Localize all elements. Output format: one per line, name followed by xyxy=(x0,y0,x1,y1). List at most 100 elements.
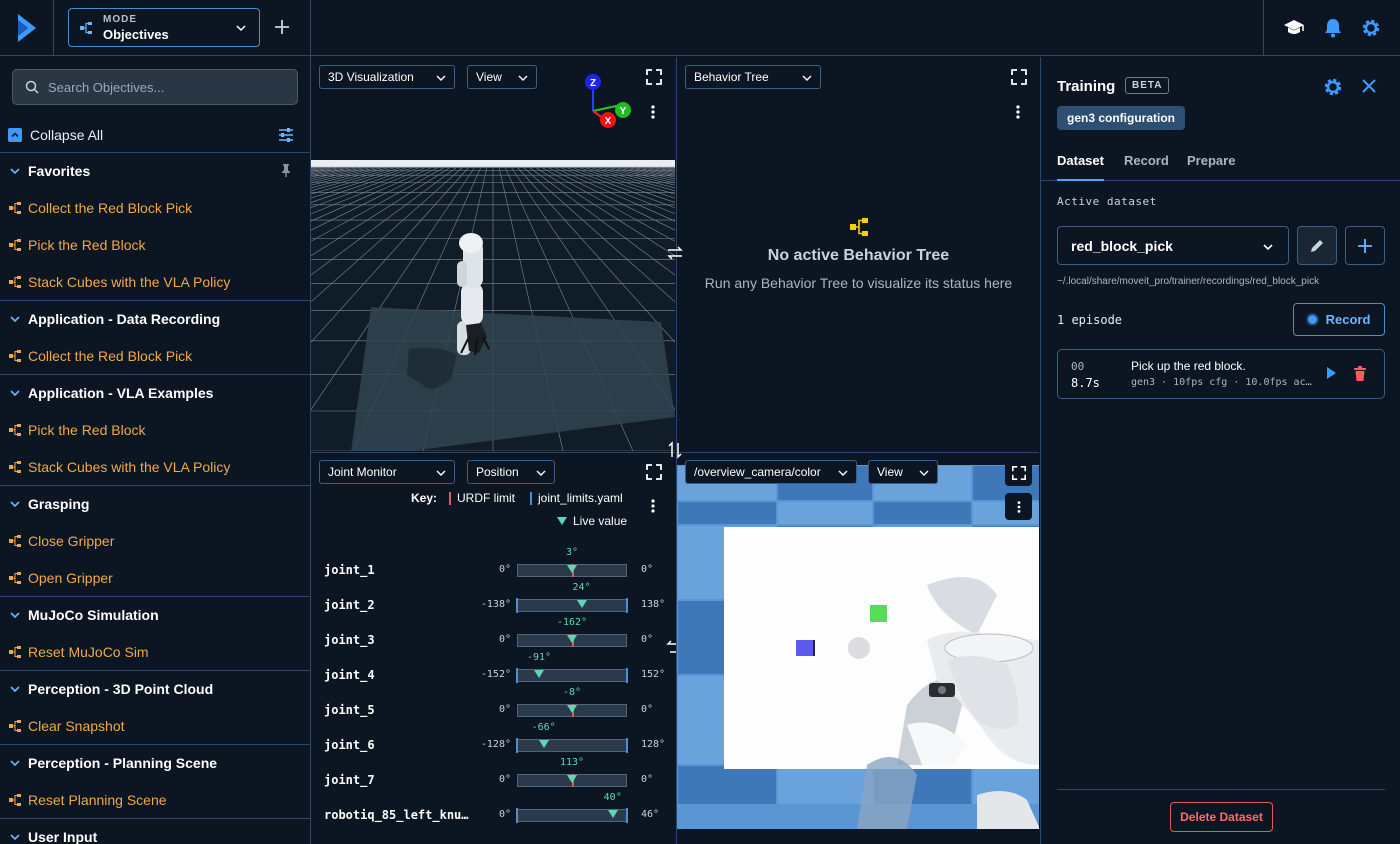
joint-name: joint_2 xyxy=(324,598,375,612)
objective-item[interactable]: Stack Cubes with the VLA Policy xyxy=(0,448,310,485)
more-options-button[interactable] xyxy=(1005,493,1032,520)
view-select[interactable]: View xyxy=(467,65,537,89)
joint-live-value: 24° xyxy=(572,582,591,593)
live-value-marker xyxy=(567,635,577,643)
more-options-icon[interactable] xyxy=(645,104,661,120)
joint-row: joint_3 0° 0° -162° xyxy=(311,617,675,655)
edit-dataset-button[interactable] xyxy=(1297,226,1337,265)
joint-min: 0° xyxy=(498,634,511,645)
category-group: Perception - Planning Scene Reset Plannin… xyxy=(0,745,310,819)
objective-item[interactable]: Collect the Red Block Pick xyxy=(0,189,310,226)
more-options-icon[interactable] xyxy=(645,498,661,514)
live-value-marker xyxy=(538,740,549,748)
chevron-down-icon xyxy=(518,75,528,81)
fullscreen-button[interactable] xyxy=(1005,459,1032,486)
joint-row: joint_6 -128° 128° -66° xyxy=(311,722,675,760)
joint-row: joint_4 -152° 152° -91° xyxy=(311,652,675,690)
axis-y-label: Y xyxy=(620,106,627,117)
axis-gizmo: Z Y X xyxy=(585,74,631,128)
trash-icon[interactable] xyxy=(1353,366,1367,382)
delete-dataset-button[interactable]: Delete Dataset xyxy=(1170,802,1273,832)
episode-card[interactable]: 00 8.7s Pick up the red block. gen3 · 10… xyxy=(1057,349,1385,399)
objective-tree-icon xyxy=(9,275,21,288)
panel-type-select[interactable]: 3D Visualization xyxy=(319,65,455,89)
config-chip[interactable]: gen3 configuration xyxy=(1057,106,1185,130)
collapse-all-button[interactable]: Collapse All xyxy=(30,127,103,143)
fullscreen-icon[interactable] xyxy=(645,463,663,481)
tab-dataset[interactable]: Dataset xyxy=(1057,141,1104,181)
add-dataset-button[interactable] xyxy=(1345,226,1385,265)
training-settings-button[interactable] xyxy=(1323,77,1343,97)
objective-item[interactable]: Stack Cubes with the VLA Policy xyxy=(0,263,310,300)
objective-item[interactable]: Open Gripper xyxy=(0,559,310,596)
joint-row: joint_7 0° 0° 113° xyxy=(311,757,675,795)
joint-name: joint_4 xyxy=(324,668,375,682)
chevron-down-icon xyxy=(10,316,20,323)
panel-type-select[interactable]: Joint Monitor xyxy=(319,460,455,484)
category-favorites[interactable]: Favorites xyxy=(0,153,310,189)
collapse-all-icon[interactable] xyxy=(8,128,22,142)
objective-tree-icon xyxy=(9,645,21,658)
add-tab-button[interactable] xyxy=(272,17,292,37)
objective-item[interactable]: Collect the Red Block Pick xyxy=(0,337,310,374)
app-logo-icon[interactable] xyxy=(0,0,54,56)
category-perception-planning-scene[interactable]: Perception - Planning Scene xyxy=(0,745,310,781)
swap-horizontal-icon[interactable] xyxy=(666,245,684,261)
category-mujoco-simulation[interactable]: MuJoCo Simulation xyxy=(0,597,310,633)
category-application-vla-examples[interactable]: Application - VLA Examples xyxy=(0,375,310,411)
search-input[interactable]: Search Objectives... xyxy=(12,69,298,105)
joint-mode-select[interactable]: Position xyxy=(467,460,555,484)
category-label: Application - VLA Examples xyxy=(28,385,214,401)
record-button[interactable]: Record xyxy=(1293,303,1385,336)
bell-icon[interactable] xyxy=(1324,18,1342,38)
objective-item[interactable]: Pick the Red Block xyxy=(0,411,310,448)
graduation-cap-icon[interactable] xyxy=(1283,18,1305,38)
view-select[interactable]: View xyxy=(868,460,938,484)
category-label: User Input xyxy=(28,829,98,844)
objective-item[interactable]: Clear Snapshot xyxy=(0,707,310,744)
chevron-down-icon xyxy=(919,470,929,476)
camera-image[interactable] xyxy=(677,465,1039,829)
swap-vertical-icon[interactable] xyxy=(667,441,683,459)
swap-horizontal-icon[interactable] xyxy=(666,640,678,656)
tab-record[interactable]: Record xyxy=(1124,141,1169,181)
yaml-limit-swatch xyxy=(530,491,532,505)
objective-item[interactable]: Reset Planning Scene xyxy=(0,781,310,818)
dataset-select[interactable]: red_block_pick xyxy=(1057,226,1289,265)
category-application-data-recording[interactable]: Application - Data Recording xyxy=(0,301,310,337)
live-value-marker xyxy=(576,600,587,608)
yaml-limit-marker xyxy=(626,808,628,823)
objective-label: Collect the Red Block Pick xyxy=(28,199,193,216)
chevron-down-icon xyxy=(1263,244,1273,251)
fullscreen-icon[interactable] xyxy=(645,68,663,86)
joint-name: robotiq_85_left_knuckle_joint xyxy=(324,808,469,822)
category-perception-3d-point-cloud[interactable]: Perception - 3D Point Cloud xyxy=(0,671,310,707)
close-training-button[interactable] xyxy=(1361,78,1377,94)
gear-icon[interactable] xyxy=(1361,18,1381,38)
joint-min: 0° xyxy=(498,774,511,785)
play-icon[interactable] xyxy=(1324,366,1338,380)
category-user-input[interactable]: User Input xyxy=(0,819,310,844)
tab-prepare[interactable]: Prepare xyxy=(1187,141,1235,181)
episode-meta: gen3 · 10fps cfg · 10.0fps actual xyxy=(1131,377,1313,388)
joint-live-value: 113° xyxy=(559,757,585,768)
pin-icon[interactable] xyxy=(280,163,292,177)
panel-type-select[interactable]: Behavior Tree xyxy=(685,65,821,89)
mode-select[interactable]: MODE Objectives xyxy=(68,8,260,47)
more-options-icon[interactable] xyxy=(1010,104,1026,120)
fullscreen-icon[interactable] xyxy=(1010,68,1028,86)
objective-item[interactable]: Close Gripper xyxy=(0,522,310,559)
legend-yaml: joint_limits.yaml xyxy=(530,491,623,505)
joint-max: 0° xyxy=(641,774,654,785)
camera-topic-select[interactable]: /overview_camera/color xyxy=(685,460,857,484)
objective-tree-icon xyxy=(9,423,21,436)
objective-tree-icon xyxy=(9,571,21,584)
objective-item[interactable]: Pick the Red Block xyxy=(0,226,310,263)
legend-key: Key: xyxy=(411,491,437,505)
camera-panel: /overview_camera/color View xyxy=(676,452,1039,844)
joint-monitor-panel: Joint Monitor Position Key: URDF limit j… xyxy=(311,452,675,844)
objective-item[interactable]: Reset MuJoCo Sim xyxy=(0,633,310,670)
joint-live-value: -8° xyxy=(562,687,582,698)
filter-icon[interactable] xyxy=(278,128,294,142)
category-grasping[interactable]: Grasping xyxy=(0,486,310,522)
